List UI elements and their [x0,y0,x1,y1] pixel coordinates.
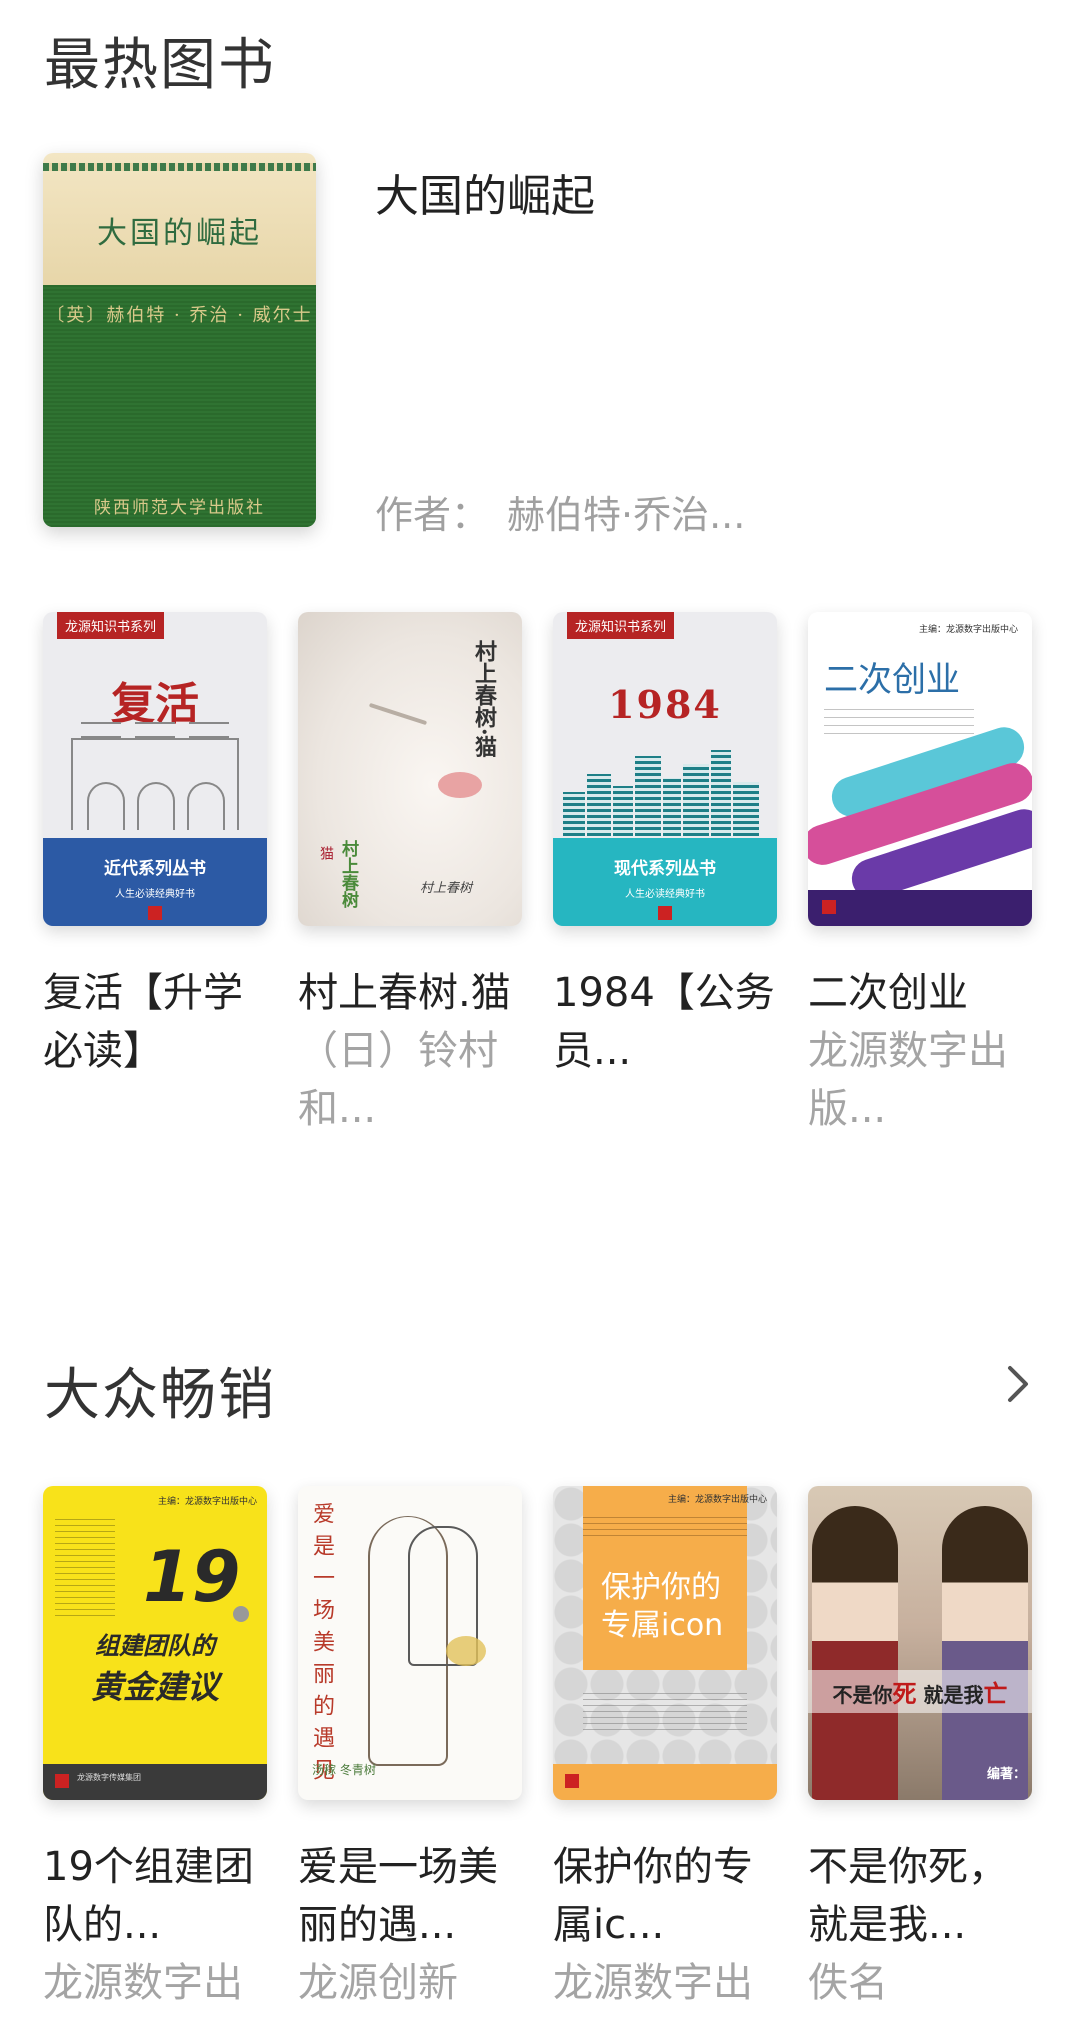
book-cover[interactable]: 村上春树·猫 村上春树 猫 村上春树 [298,612,522,926]
book-cover[interactable]: 爱是一场美丽的遇见 汤稼 冬青树 [298,1486,522,1800]
book-title[interactable]: 1984【公务员... [553,964,777,1080]
publisher-logo-icon [55,1774,69,1788]
book-card[interactable]: 主编：龙源数字出版中心 保护你的 专属icon 保护你的专属ic... 龙源数字… [553,1486,777,2012]
book-title[interactable]: 保护你的专属ic... [553,1838,777,1954]
cover-author: 〔英〕赫伯特 · 乔治 · 威尔士 [46,305,313,326]
book-cover[interactable]: 龙源知识书系列 1984 现代系列丛书 人生必读经典好书 [553,612,777,926]
band-subtitle: 人生必读经典好书 [115,889,195,900]
city-illustration [561,750,769,836]
band-title: 近代系列丛书 [104,859,206,879]
book-title[interactable]: 爱是一场美丽的遇... [298,1838,522,1954]
book-author: 龙源数字出 [43,1960,243,2006]
book-title[interactable]: 复活【升学必读】 [43,964,267,1080]
book-title[interactable]: 二次创业 [808,964,1032,1022]
book-card[interactable]: 不是你死 就是我亡 编著： 不是你死，就是我... 佚名 [808,1486,1032,2012]
cover-publisher: 龙源数字传媒集团 [77,1773,141,1782]
series-tag: 龙源知识书系列 [567,612,675,639]
section-title-bestsellers: 大众畅销 [44,1363,276,1428]
portrait-left [812,1506,898,1800]
cover-number: 19 [143,1536,241,1618]
author-label: 作者： [375,493,490,537]
cover-subtitle: 村上春树 [338,840,358,908]
cover-title: 组建团队的 [95,1632,215,1660]
cover-signature: 汤稼 冬青树 [312,1763,376,1777]
book-cover[interactable]: 大国的崛起 〔英〕赫伯特 · 乔治 · 威尔士 陕西师范大学出版社 [43,153,316,527]
book-cover[interactable]: 主编：龙源数字出版中心 二次创业 [808,612,1032,926]
band-title: 现代系列丛书 [614,859,716,879]
book-author: 佚名 [808,1960,888,2006]
book-cover[interactable]: 主编：龙源数字出版中心 保护你的 专属icon [553,1486,777,1800]
book-author: 龙源创新 [298,1960,458,2006]
gate-illustration [71,722,239,830]
cover-title: 大国的崛起 [97,216,262,251]
featured-book-title[interactable]: 大国的崛起 [375,160,595,224]
portrait-right [942,1506,1028,1800]
cover-editor: 主编：龙源数字出版中心 [157,1497,257,1507]
book-card[interactable]: 主编：龙源数字出版中心 19 组建团队的 黄金建议 龙源数字传媒集团 19个组建… [43,1486,267,2012]
cover-editor: 主编：龙源数字出版中心 [667,1495,767,1505]
book-card[interactable]: 龙源知识书系列 1984 现代系列丛书 人生必读经典好书 1984【公务员... [553,612,777,1080]
cover-title: 专属icon [601,1608,724,1643]
book-card[interactable]: 爱是一场美丽的遇见 汤稼 冬青树 爱是一场美丽的遇... 龙源创新 [298,1486,522,2012]
cover-title: 爱是一场美丽的遇见 [309,1502,334,1790]
cover-signature: 村上春树 [419,881,472,896]
book-cover[interactable]: 不是你死 就是我亡 编著： [808,1486,1032,1800]
publisher-logo-icon [148,906,162,920]
cover-editor: 主编：龙源数字出版中心 [918,625,1018,635]
author-name: 赫伯特·乔治... [507,493,746,537]
cover-title: 不是你死 就是我亡 [808,1670,1032,1713]
cat-eye [368,702,428,726]
book-card[interactable]: 主编：龙源数字出版中心 二次创业 二次创业 龙源数字出版... [808,612,1032,1138]
series-tag: 龙源知识书系列 [57,612,165,639]
chevron-right-icon[interactable] [1000,1362,1036,1406]
book-card[interactable]: 龙源知识书系列 复活 近代系列丛书 人生必读经典好书 复活【升学必读】 [43,612,267,1080]
featured-book-author: 作者： 赫伯特·乔治... [375,484,763,539]
cover-title: 村上春树·猫 [471,640,497,758]
book-cover[interactable]: 龙源知识书系列 复活 近代系列丛书 人生必读经典好书 [43,612,267,926]
book-cover[interactable]: 主编：龙源数字出版中心 19 组建团队的 黄金建议 龙源数字传媒集团 [43,1486,267,1800]
book-card[interactable]: 村上春树·猫 村上春树 猫 村上春树 村上春树.猫 （日）铃村和... [298,612,522,1138]
publisher-logo-icon [565,1774,579,1788]
book-title[interactable]: 不是你死，就是我... [808,1838,1032,1954]
cover-subtitle: 猫 [318,846,334,860]
book-title[interactable]: 19个组建团队的... [43,1838,267,1954]
cover-editor: 编著： [986,1767,1026,1782]
publisher-logo-icon [658,906,672,920]
book-title[interactable]: 村上春树.猫 [298,964,522,1022]
band-subtitle: 人生必读经典好书 [625,889,705,900]
cover-title: 1984 [608,682,722,727]
cover-publisher: 陕西师范大学出版社 [94,498,265,518]
cover-title: 黄金建议 [90,1668,219,1706]
section-title-hot-books: 最热图书 [44,33,276,98]
book-author: 龙源数字出版... [808,1028,1008,1132]
cover-title: 二次创业 [824,660,960,700]
cat-nose [438,772,482,798]
book-author: （日）铃村和... [298,1028,498,1132]
book-author: 龙源数字出 [553,1960,753,2006]
publisher-logo-icon [822,900,836,914]
